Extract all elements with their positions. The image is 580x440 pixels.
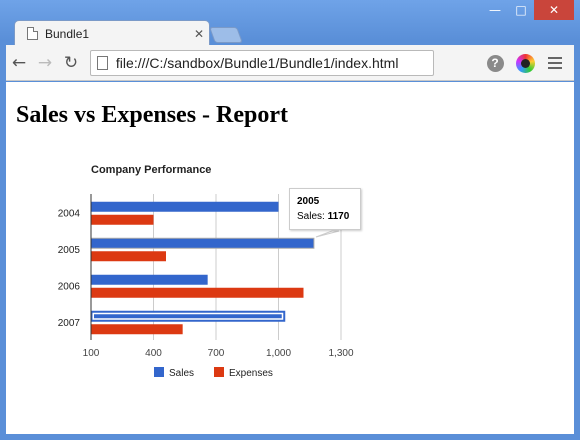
new-tab-button[interactable] [209,27,243,43]
bar-expenses [91,324,183,335]
bar-expenses [91,251,166,262]
tooltip-value: 1170 [327,211,350,222]
help-button[interactable]: ? [480,50,510,76]
y-category-label: 2005 [58,245,81,256]
reload-icon[interactable]: ↻ [58,50,84,76]
document-icon [27,27,38,40]
browser-window: — □ ✕ Bundle1 ✕ ← → ↻ ? Sales vs Expense… [0,0,580,440]
minimize-icon[interactable]: — [482,0,508,20]
maximize-icon[interactable]: □ [508,0,534,20]
menu-button[interactable] [540,50,570,76]
page-icon [97,55,108,70]
y-category-label: 2004 [58,208,81,219]
y-category-label: 2007 [58,318,81,329]
legend-label-expenses: Expenses [229,368,273,379]
tooltip-body: Sales: 1170 [297,209,353,224]
tooltip-label: Sales: [297,211,328,222]
x-tick-label: 1,300 [328,348,353,359]
help-icon: ? [486,54,504,72]
browser-toolbar: ← → ↻ ? [6,45,574,81]
hamburger-menu-icon [548,57,562,69]
tooltip-pointer [315,230,340,238]
window-controls: — □ ✕ [482,0,574,20]
close-window-icon[interactable]: ✕ [534,0,574,20]
x-tick-label: 700 [208,348,225,359]
x-tick-label: 100 [83,348,100,359]
extension-button[interactable] [510,50,540,76]
tab-title: Bundle1 [45,26,90,41]
x-tick-label: 1,000 [266,348,291,359]
back-arrow-icon[interactable]: ← [6,50,32,76]
tooltip-year: 2005 [297,196,320,207]
bar-expenses [91,287,304,298]
legend-swatch-sales [154,367,164,377]
bar-chart: 100 400 700 1,000 1,300 2004 2005 2006 2007 Sales… [58,194,354,379]
bar-expenses [91,214,154,225]
address-bar[interactable] [90,49,434,76]
legend-swatch-expenses [214,367,224,377]
tab-active[interactable]: Bundle1 ✕ [14,20,210,46]
x-tick-label: 400 [145,348,162,359]
bar-sales [91,201,279,212]
tab-close-icon[interactable]: ✕ [189,27,209,41]
legend-label-sales: Sales [169,368,194,379]
y-category-label: 2006 [58,281,81,292]
forward-arrow-icon[interactable]: → [32,50,58,76]
chart-tooltip: 2005 Sales: 1170 [289,188,361,230]
url-input[interactable] [115,54,433,71]
bar-sales [91,274,208,285]
bar-sales [94,314,282,319]
page-content: Sales vs Expenses - Report Company Perfo… [6,82,574,434]
color-wheel-icon [515,53,535,73]
bar-sales [90,237,315,249]
